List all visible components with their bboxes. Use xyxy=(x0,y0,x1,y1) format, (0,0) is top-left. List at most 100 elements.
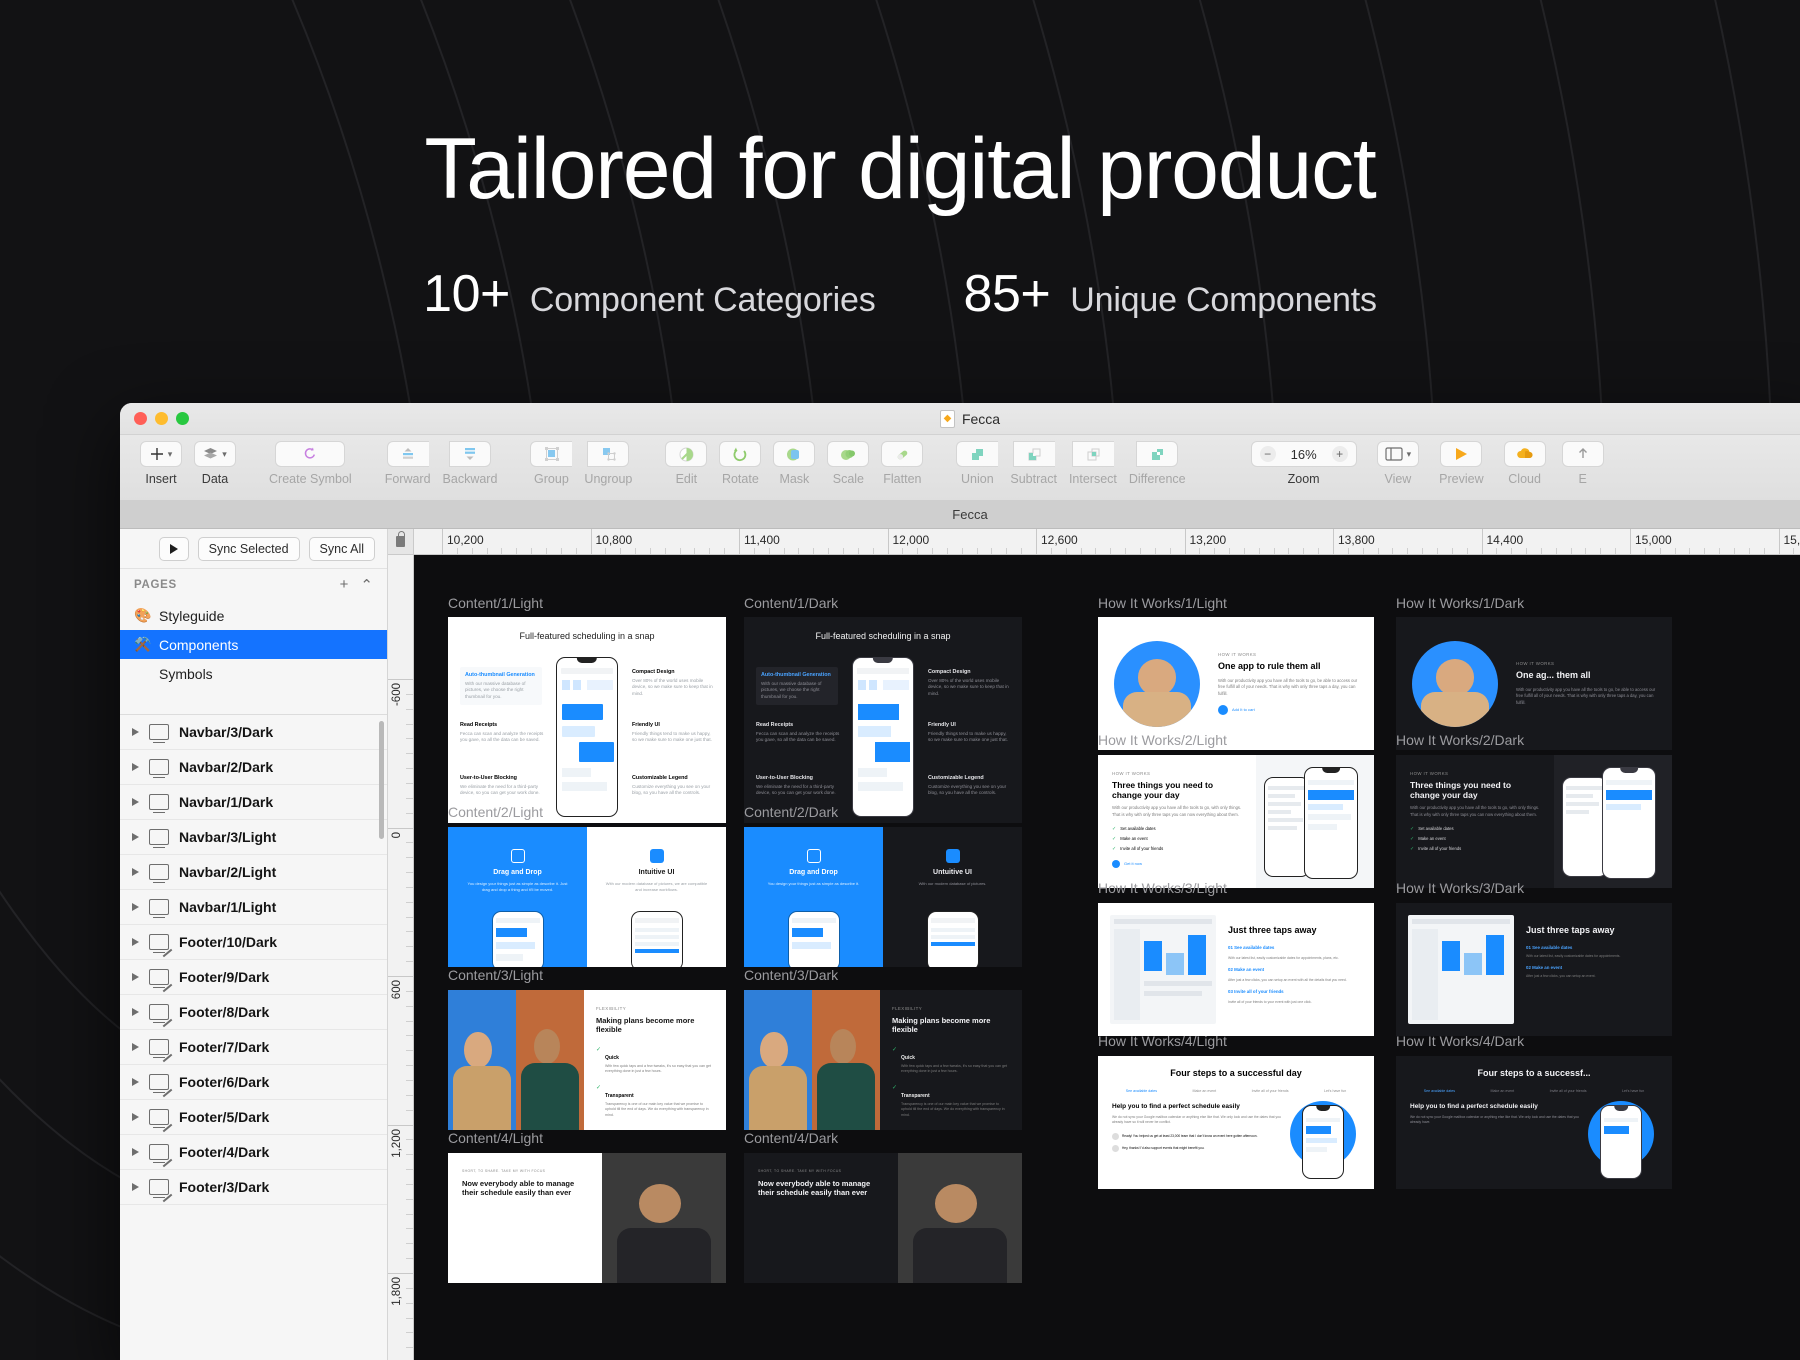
artboard-label[interactable]: How It Works/4/Dark xyxy=(1396,1033,1524,1049)
layer-row[interactable]: Navbar/2/Dark xyxy=(120,750,387,785)
main-toolbar[interactable]: ▾ Insert ▾ Data Create Symbol Forward Ba… xyxy=(120,435,1800,501)
sync-selected-button[interactable]: Sync Selected xyxy=(197,536,300,561)
zoom-control[interactable]: − 16% + xyxy=(1250,441,1357,467)
layer-row[interactable]: Footer/10/Dark xyxy=(120,925,387,960)
artboard-how-4-dark[interactable]: Four steps to a successf... See availabl… xyxy=(1396,1056,1672,1189)
artboard-label[interactable]: Content/1/Dark xyxy=(744,595,838,611)
union-button[interactable] xyxy=(956,441,999,467)
edit-button[interactable] xyxy=(665,441,708,467)
toolbar-item-view[interactable]: ▾ View xyxy=(1367,441,1430,486)
artboard-content-2-light[interactable]: Drag and Drop You design your things jus… xyxy=(448,827,726,967)
artboard-how-2-dark[interactable]: HOW IT WORKS Three things you need to ch… xyxy=(1396,755,1672,888)
disclosure-triangle-icon[interactable] xyxy=(132,973,139,981)
layer-row[interactable]: Footer/9/Dark xyxy=(120,960,387,995)
toolbar-item-insert[interactable]: ▾ Insert xyxy=(134,441,188,486)
artboard-how-1-light[interactable]: HOW IT WORKS One app to rule them all Wi… xyxy=(1098,617,1374,750)
data-button[interactable]: ▾ xyxy=(194,441,236,467)
disclosure-triangle-icon[interactable] xyxy=(132,868,139,876)
disclosure-triangle-icon[interactable] xyxy=(132,1008,139,1016)
artboard-label[interactable]: Content/3/Dark xyxy=(744,967,838,983)
toolbar-item-preview[interactable]: Preview xyxy=(1429,441,1493,486)
layer-row[interactable]: Navbar/3/Dark xyxy=(120,715,387,750)
artboard-content-4-dark[interactable]: SHORT, TO SHARE. TAKE MY WITH FOCUS Now … xyxy=(744,1153,1022,1283)
disclosure-triangle-icon[interactable] xyxy=(132,798,139,806)
rotate-button[interactable] xyxy=(719,441,762,467)
toolbar-item-export[interactable]: E xyxy=(1556,441,1610,486)
disclosure-triangle-icon[interactable] xyxy=(132,1113,139,1121)
mask-button[interactable] xyxy=(773,441,816,467)
artboard-how-4-light[interactable]: Four steps to a successful day See avail… xyxy=(1098,1056,1374,1189)
artboard-content-1-light[interactable]: Full-featured scheduling in a snap Auto-… xyxy=(448,617,726,823)
layer-row[interactable]: Navbar/1/Dark xyxy=(120,785,387,820)
layer-row[interactable]: Footer/3/Dark xyxy=(120,1170,387,1205)
add-page-button[interactable]: + xyxy=(340,576,349,594)
artboard-label[interactable]: Content/2/Dark xyxy=(744,804,838,820)
group-button[interactable] xyxy=(530,441,573,467)
toolbar-item-backward[interactable]: Backward xyxy=(437,441,504,486)
toolbar-item-intersect[interactable]: Intersect xyxy=(1063,441,1123,486)
horizontal-ruler[interactable]: 10,200 10,800 11,400 12,000 12,600 13,200 13,8… xyxy=(388,529,1800,555)
toolbar-item-mask[interactable]: Mask xyxy=(767,441,821,486)
vertical-ruler[interactable]: -600 0 600 1,200 1,800 xyxy=(388,555,414,1360)
disclosure-triangle-icon[interactable] xyxy=(132,1148,139,1156)
disclosure-triangle-icon[interactable] xyxy=(132,763,139,771)
export-button[interactable] xyxy=(1561,441,1604,467)
layer-row[interactable]: Navbar/3/Light xyxy=(120,820,387,855)
artboard-label[interactable]: How It Works/2/Light xyxy=(1098,732,1227,748)
layer-list[interactable]: Navbar/3/Dark Navbar/2/Dark Navbar/1/Dar… xyxy=(120,714,387,1360)
document-tab-bar[interactable]: Fecca xyxy=(120,501,1800,529)
toolbar-item-scale[interactable]: Scale xyxy=(821,441,875,486)
layer-row[interactable]: Navbar/2/Light xyxy=(120,855,387,890)
artboard-how-3-light[interactable]: Just three taps away 01 See available da… xyxy=(1098,903,1374,1036)
disclosure-triangle-icon[interactable] xyxy=(132,833,139,841)
disclosure-triangle-icon[interactable] xyxy=(132,938,139,946)
artboard-canvas[interactable]: Content/1/Light Full-featured scheduling… xyxy=(414,555,1800,1360)
disclosure-triangle-icon[interactable] xyxy=(132,1183,139,1191)
artboard-label[interactable]: How It Works/2/Dark xyxy=(1396,732,1524,748)
zoom-out-button[interactable]: − xyxy=(1259,446,1276,462)
artboard-label[interactable]: Content/4/Light xyxy=(448,1130,543,1146)
artboard-label[interactable]: How It Works/1/Light xyxy=(1098,595,1227,611)
intersect-button[interactable] xyxy=(1071,441,1114,467)
layer-row[interactable]: Footer/5/Dark xyxy=(120,1100,387,1135)
artboard-label[interactable]: How It Works/1/Dark xyxy=(1396,595,1524,611)
artboard-content-2-dark[interactable]: Drag and Drop You design your things jus… xyxy=(744,827,1022,967)
disclosure-triangle-icon[interactable] xyxy=(132,1078,139,1086)
flatten-button[interactable] xyxy=(881,441,924,467)
artboard-content-3-dark[interactable]: FLEXIBILITY Making plans become more fle… xyxy=(744,990,1022,1130)
toolbar-item-data[interactable]: ▾ Data xyxy=(188,441,242,486)
page-item-symbols[interactable]: Symbols xyxy=(120,659,387,688)
artboard-label[interactable]: Content/2/Light xyxy=(448,804,543,820)
artboard-label[interactable]: How It Works/3/Light xyxy=(1098,880,1227,896)
layer-row[interactable]: Navbar/1/Light xyxy=(120,890,387,925)
cloud-button[interactable] xyxy=(1503,441,1546,467)
toolbar-item-edit[interactable]: Edit xyxy=(659,441,713,486)
disclosure-triangle-icon[interactable] xyxy=(132,1043,139,1051)
scale-button[interactable] xyxy=(827,441,870,467)
disclosure-triangle-icon[interactable] xyxy=(132,728,139,736)
forward-button[interactable] xyxy=(386,441,429,467)
artboard-how-2-light[interactable]: HOW IT WORKS Three things you need to ch… xyxy=(1098,755,1374,888)
view-button[interactable]: ▾ xyxy=(1376,441,1420,467)
toolbar-item-ungroup[interactable]: Ungroup xyxy=(578,441,638,486)
artboard-label[interactable]: Content/3/Light xyxy=(448,967,543,983)
canvas-area[interactable]: 10,200 10,800 11,400 12,000 12,600 13,200 13,8… xyxy=(388,529,1800,1360)
ruler-lock-corner[interactable] xyxy=(388,529,414,554)
layer-list-scrollbar[interactable] xyxy=(379,721,384,839)
layer-row[interactable]: Footer/6/Dark xyxy=(120,1065,387,1100)
artboard-content-4-light[interactable]: SHORT, TO SHARE. TAKE MY WITH FOCUS Now … xyxy=(448,1153,726,1283)
layer-row[interactable]: Footer/8/Dark xyxy=(120,995,387,1030)
toolbar-item-difference[interactable]: Difference xyxy=(1123,441,1192,486)
toolbar-item-subtract[interactable]: Subtract xyxy=(1004,441,1063,486)
backward-button[interactable] xyxy=(448,441,491,467)
toolbar-item-group[interactable]: Group xyxy=(524,441,578,486)
toolbar-item-union[interactable]: Union xyxy=(950,441,1004,486)
artboard-label[interactable]: Content/1/Light xyxy=(448,595,543,611)
insert-button[interactable]: ▾ xyxy=(140,441,182,467)
toolbar-item-forward[interactable]: Forward xyxy=(379,441,437,486)
toolbar-item-flatten[interactable]: Flatten xyxy=(875,441,929,486)
artboard-label[interactable]: Content/4/Dark xyxy=(744,1130,838,1146)
sync-play-button[interactable] xyxy=(158,536,189,561)
page-item-components[interactable]: ⚒️ Components xyxy=(120,630,387,659)
difference-button[interactable] xyxy=(1136,441,1179,467)
